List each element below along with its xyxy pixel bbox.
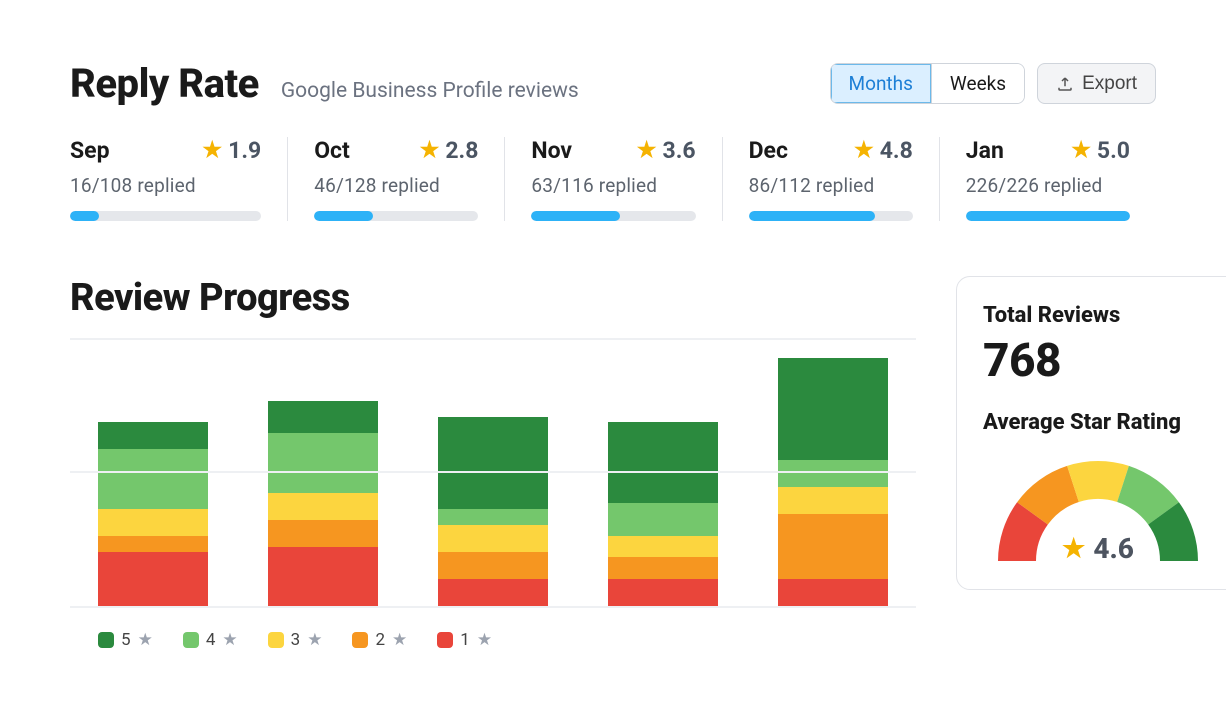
month-name: Dec (749, 137, 788, 164)
reply-progress (966, 211, 1130, 221)
total-reviews-label: Total Reviews (983, 303, 1213, 328)
avg-rating-value-wrap: ★ 4.6 (983, 532, 1213, 565)
star-icon: ★ (392, 630, 407, 650)
star-icon: ★ (307, 630, 322, 650)
month-rating: ★ 4.8 (854, 137, 913, 164)
bar-sep (98, 422, 208, 606)
replied-text: 63/116 replied (531, 174, 695, 197)
month-cell-oct: Oct ★ 2.8 46/128 replied (287, 137, 504, 221)
month-name: Jan (966, 137, 1004, 164)
rating-value: 4.8 (880, 137, 913, 164)
progress-title: Review Progress (70, 276, 916, 320)
rating-value: 5.0 (1097, 137, 1130, 164)
rating-value: 3.6 (663, 137, 696, 164)
months-row: Sep ★ 1.9 16/108 replied Oct ★ 2.8 46/12… (70, 137, 1156, 221)
reply-progress (749, 211, 913, 221)
replied-text: 46/128 replied (314, 174, 478, 197)
header: Reply Rate Google Business Profile revie… (70, 60, 1156, 107)
month-cell-sep: Sep ★ 1.9 16/108 replied (70, 137, 287, 221)
review-progress-chart (70, 338, 916, 608)
toggle-months[interactable]: Months (831, 64, 931, 103)
month-cell-nov: Nov ★ 3.6 63/116 replied (504, 137, 721, 221)
star-icon: ★ (1071, 138, 1091, 163)
legend-5: 5★ (98, 630, 153, 650)
export-label: Export (1082, 73, 1137, 95)
star-icon: ★ (202, 138, 222, 163)
month-name: Nov (531, 137, 572, 164)
chart-legend: 5★ 4★ 3★ 2★ 1★ (70, 630, 916, 650)
replied-text: 226/226 replied (966, 174, 1130, 197)
replied-text: 16/108 replied (70, 174, 261, 197)
reply-progress (531, 211, 695, 221)
bar-dec (608, 422, 718, 606)
month-cell-dec: Dec ★ 4.8 86/112 replied (722, 137, 939, 221)
summary-card: Total Reviews 768 Average Star Rating ★ … (956, 276, 1226, 590)
bar-oct (268, 401, 378, 606)
legend-4: 4★ (183, 630, 238, 650)
toggle-weeks[interactable]: Weeks (931, 64, 1024, 103)
month-cell-jan: Jan ★ 5.0 226/226 replied (939, 137, 1156, 221)
page-title: Reply Rate (70, 60, 259, 107)
star-icon: ★ (854, 138, 874, 163)
star-icon: ★ (1062, 534, 1085, 564)
page-subtitle: Google Business Profile reviews (281, 79, 579, 103)
rating-gauge: ★ 4.6 (983, 441, 1213, 571)
export-icon (1056, 75, 1074, 93)
star-icon: ★ (420, 138, 440, 163)
legend-2: 2★ (352, 630, 407, 650)
star-icon: ★ (637, 138, 657, 163)
progress-column: Review Progress 5★ 4★ 3★ 2★ 1★ (70, 276, 916, 650)
legend-3: 3★ (268, 630, 323, 650)
bar-nov (438, 417, 548, 606)
month-rating: ★ 2.8 (420, 137, 479, 164)
title-wrap: Reply Rate Google Business Profile revie… (70, 60, 579, 107)
avg-rating-value: 4.6 (1093, 532, 1134, 565)
star-icon: ★ (222, 630, 237, 650)
reply-progress (70, 211, 261, 221)
month-rating: ★ 3.6 (637, 137, 696, 164)
legend-1: 1★ (437, 630, 492, 650)
avg-rating-label: Average Star Rating (983, 410, 1213, 435)
replied-text: 86/112 replied (749, 174, 913, 197)
rating-value: 2.8 (445, 137, 478, 164)
month-rating: ★ 1.9 (202, 137, 261, 164)
month-name: Oct (314, 137, 350, 164)
rating-value: 1.9 (228, 137, 261, 164)
star-icon: ★ (138, 630, 153, 650)
reply-progress (314, 211, 478, 221)
header-controls: Months Weeks Export (830, 63, 1156, 104)
month-name: Sep (70, 137, 110, 164)
month-rating: ★ 5.0 (1071, 137, 1130, 164)
export-button[interactable]: Export (1037, 63, 1156, 104)
period-toggle: Months Weeks (830, 63, 1026, 104)
star-icon: ★ (477, 630, 492, 650)
bottom-row: Review Progress 5★ 4★ 3★ 2★ 1★ Total Rev… (70, 276, 1156, 650)
bar-jan (778, 358, 888, 606)
total-reviews-value: 768 (983, 334, 1213, 388)
